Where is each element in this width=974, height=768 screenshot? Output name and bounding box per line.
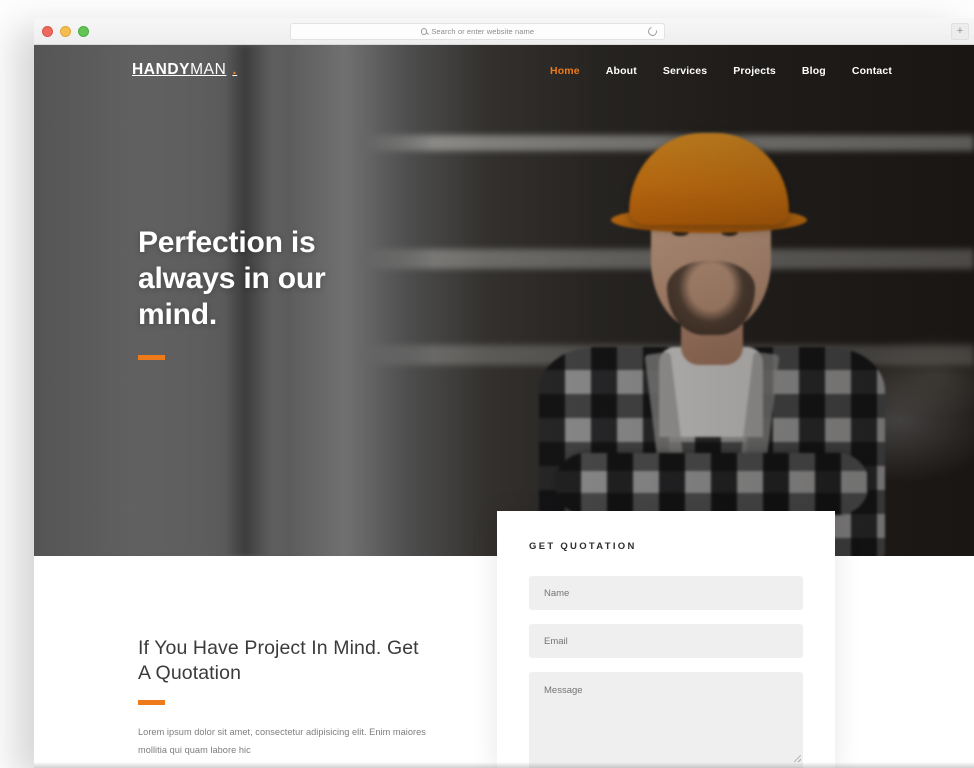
nav-item-home[interactable]: Home (550, 65, 580, 77)
nav-item-contact[interactable]: Contact (852, 65, 892, 77)
hero-title: Perfection is always in our mind. (138, 226, 326, 331)
name-input[interactable] (529, 576, 803, 610)
quotation-heading: If You Have Project In Mind. Get A Quota… (138, 637, 419, 684)
window-controls[interactable] (42, 26, 89, 37)
nav-menu: Home About Services Projects Blog Contac… (550, 65, 892, 77)
minimize-window-button[interactable] (60, 26, 71, 37)
address-bar-placeholder: Search or enter website name (431, 27, 535, 36)
logo-dot-icon: . (232, 61, 238, 78)
address-bar[interactable]: Search or enter website name (290, 23, 665, 40)
quotation-form-card: GET QUOTATION (497, 511, 835, 768)
nav-item-services[interactable]: Services (663, 65, 707, 77)
screenshot-root: Search or enter website name + HANDYMAN … (0, 0, 974, 768)
close-window-button[interactable] (42, 26, 53, 37)
nav-item-about[interactable]: About (606, 65, 637, 77)
reload-icon[interactable] (646, 25, 659, 38)
search-icon (420, 28, 428, 35)
message-textarea[interactable] (529, 672, 803, 768)
page-viewport: HANDYMAN. Home About Services Projects B… (34, 45, 974, 768)
quotation-body-text: Lorem ipsum dolor sit amet, consectetur … (138, 726, 426, 755)
nav-item-blog[interactable]: Blog (802, 65, 826, 77)
nav-item-projects[interactable]: Projects (733, 65, 776, 77)
logo-light-text: MAN (190, 61, 227, 78)
hero-accent-bar (138, 355, 165, 360)
hero-section: HANDYMAN. Home About Services Projects B… (34, 45, 974, 556)
textarea-resize-handle[interactable] (794, 755, 801, 762)
site-logo[interactable]: HANDYMAN. (132, 61, 237, 79)
browser-window: Search or enter website name + HANDYMAN … (34, 18, 974, 768)
email-input[interactable] (529, 624, 803, 658)
quotation-copy: If You Have Project In Mind. Get A Quota… (138, 636, 428, 760)
logo-bold-text: HANDY (132, 61, 191, 78)
quotation-accent-bar (138, 699, 165, 705)
hero-copy: Perfection is always in our mind. (138, 225, 368, 360)
address-bar-inner: Search or enter website name (420, 27, 535, 36)
new-tab-button[interactable]: + (951, 23, 969, 40)
browser-toolbar: Search or enter website name + (34, 18, 974, 45)
quotation-form-title: GET QUOTATION (529, 541, 637, 552)
site-navigation: HANDYMAN. Home About Services Projects B… (34, 45, 974, 103)
maximize-window-button[interactable] (78, 26, 89, 37)
viewport-bottom-fade (34, 762, 974, 768)
